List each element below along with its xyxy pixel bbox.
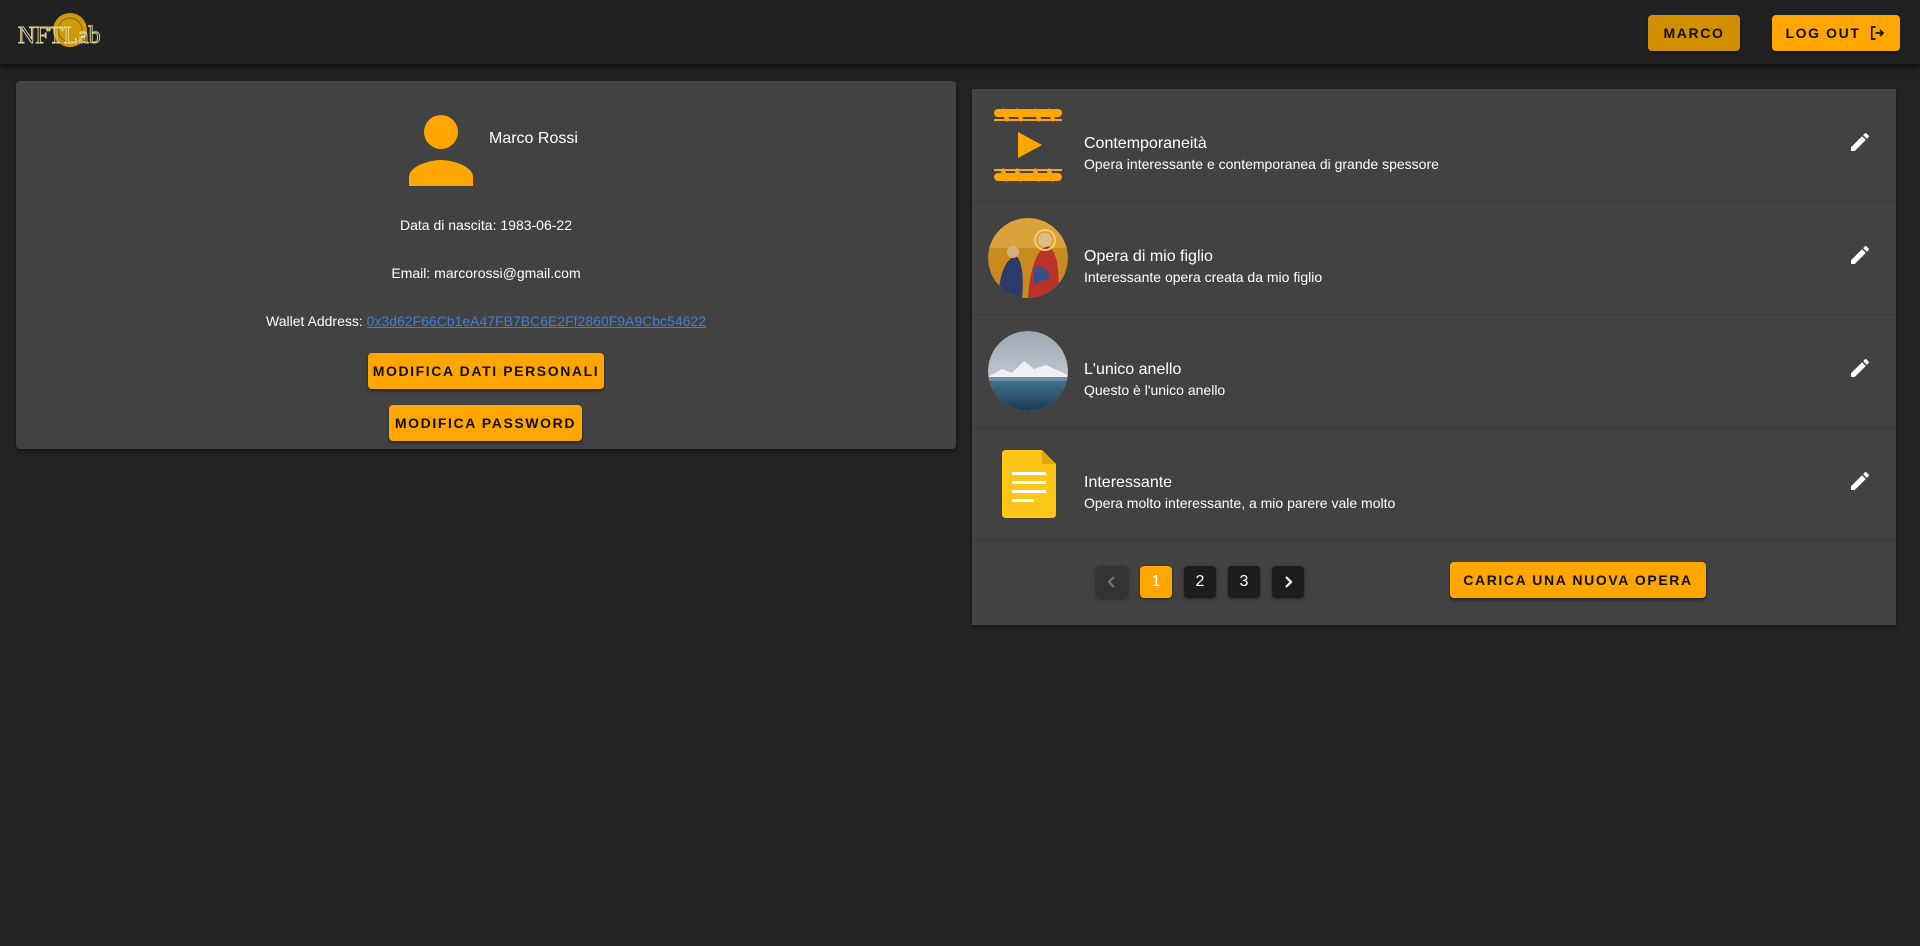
works-list: Contemporaneità Opera interessante e con… bbox=[972, 89, 1896, 625]
upload-new-work-button[interactable]: CARICA UNA NUOVA OPERA bbox=[1450, 562, 1706, 598]
list-item[interactable]: Contemporaneità Opera interessante e con… bbox=[972, 89, 1896, 202]
logout-button[interactable]: LOG OUT bbox=[1772, 15, 1900, 51]
page-button-1[interactable]: 1 bbox=[1140, 566, 1172, 598]
logout-icon bbox=[1871, 26, 1885, 40]
page-button-3[interactable]: 3 bbox=[1228, 566, 1260, 598]
video-file-icon bbox=[994, 108, 1062, 182]
work-description: Interessante opera creata da mio figlio bbox=[1084, 269, 1323, 285]
email-label: Email: bbox=[391, 265, 431, 281]
next-page-button[interactable] bbox=[1272, 566, 1304, 598]
birth-date-label: Data di nascita: bbox=[399, 217, 497, 233]
wallet-label: Wallet Address: bbox=[266, 313, 363, 329]
work-description: Opera interessante e contemporanea di gr… bbox=[1084, 156, 1439, 172]
logout-button-label: LOG OUT bbox=[1785, 25, 1861, 41]
nftlab-logo[interactable]: NFTLab bbox=[16, 10, 116, 54]
wallet-line: Wallet Address: 0x3d62F66Cb1eA47FB7BC6E2… bbox=[16, 313, 956, 329]
top-app-bar: NFTLab MARCO LOG OUT bbox=[0, 0, 1920, 64]
profile-card: Marco Rossi Data di nascita: 1983-06-22 … bbox=[16, 81, 956, 449]
edit-pencil-icon[interactable] bbox=[1848, 356, 1872, 380]
work-title: Interessante bbox=[1084, 474, 1173, 491]
profile-name: Marco Rossi bbox=[489, 130, 578, 147]
chevron-right-icon bbox=[1285, 576, 1293, 588]
person-icon bbox=[409, 115, 473, 186]
edit-pencil-icon[interactable] bbox=[1848, 469, 1872, 493]
work-title: L'unico anello bbox=[1084, 361, 1182, 378]
mountain-lake-image bbox=[988, 331, 1068, 411]
work-description: Questo è l'unico anello bbox=[1084, 382, 1226, 398]
birth-date-line: Data di nascita: 1983-06-22 bbox=[16, 217, 956, 233]
wallet-address-link[interactable]: 0x3d62F66Cb1eA47FB7BC6E2Ff2860F9A9Cbc546… bbox=[367, 313, 706, 329]
email-value: marcorossi@gmail.com bbox=[434, 265, 581, 281]
email-line: Email: marcorossi@gmail.com bbox=[16, 265, 956, 281]
user-button[interactable]: MARCO bbox=[1648, 15, 1740, 51]
text-document-icon bbox=[1002, 450, 1056, 518]
birth-date-value: 1983-06-22 bbox=[500, 217, 572, 233]
edit-pencil-icon[interactable] bbox=[1848, 243, 1872, 267]
page-button-2[interactable]: 2 bbox=[1184, 566, 1216, 598]
user-button-label: MARCO bbox=[1663, 25, 1725, 41]
edit-password-button[interactable]: MODIFICA PASSWORD bbox=[389, 405, 582, 441]
list-item[interactable]: L'unico anello Questo è l'unico anello bbox=[972, 315, 1896, 428]
pagination: 1 2 3 bbox=[1096, 566, 1304, 598]
edit-personal-data-button[interactable]: MODIFICA DATI PERSONALI bbox=[368, 353, 604, 389]
svg-text:NFTLab: NFTLab bbox=[18, 23, 101, 49]
work-title: Opera di mio figlio bbox=[1084, 248, 1213, 265]
painting-image bbox=[988, 218, 1068, 298]
edit-pencil-icon[interactable] bbox=[1848, 130, 1872, 154]
list-item[interactable]: Interessante Opera molto interessante, a… bbox=[972, 428, 1896, 541]
chevron-left-icon bbox=[1107, 576, 1115, 588]
previous-page-button[interactable] bbox=[1096, 566, 1128, 598]
list-item[interactable]: Opera di mio figlio Interessante opera c… bbox=[972, 202, 1896, 315]
work-title: Contemporaneità bbox=[1084, 135, 1207, 152]
work-description: Opera molto interessante, a mio parere v… bbox=[1084, 495, 1396, 511]
